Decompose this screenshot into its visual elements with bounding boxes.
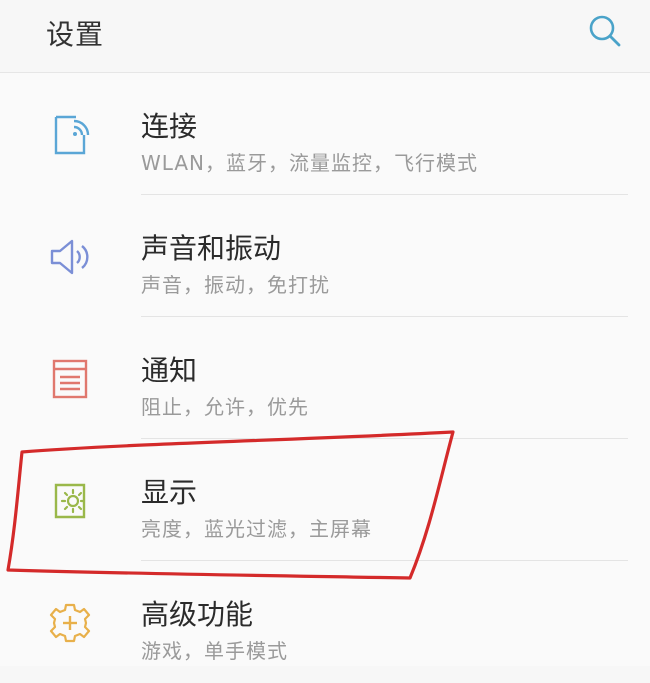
search-button[interactable] — [583, 10, 627, 54]
settings-item-subtitle: 声音，振动，免打扰 — [141, 273, 330, 297]
connection-icon — [54, 115, 90, 155]
settings-item-subtitle: 阻止，允许，优先 — [141, 395, 309, 419]
settings-item-title: 通知 — [141, 354, 198, 387]
speaker-icon — [50, 239, 89, 275]
settings-list: 连接 WLAN，蓝牙，流量监控，飞行模式 声音和振动 声音，振动，免打扰 通知 … — [0, 73, 650, 666]
page-title: 设置 — [46, 18, 105, 51]
search-icon — [589, 15, 621, 47]
settings-item-connections[interactable]: 连接 WLAN，蓝牙，流量监控，飞行模式 — [0, 73, 650, 195]
settings-item-title: 声音和振动 — [141, 232, 282, 265]
notification-icon — [52, 359, 88, 399]
display-brightness-icon — [54, 483, 86, 519]
settings-item-title: 高级功能 — [141, 598, 254, 631]
settings-item-title: 显示 — [141, 476, 198, 509]
gear-plus-icon — [49, 603, 91, 643]
settings-item-sound-vibration[interactable]: 声音和振动 声音，振动，免打扰 — [0, 195, 650, 317]
app-header: 设置 — [0, 0, 650, 73]
settings-item-subtitle: 亮度，蓝光过滤，主屏幕 — [141, 517, 372, 541]
settings-item-notifications[interactable]: 通知 阻止，允许，优先 — [0, 317, 650, 439]
settings-item-advanced-features[interactable]: 高级功能 游戏，单手模式 — [0, 561, 650, 683]
settings-item-display[interactable]: 显示 亮度，蓝光过滤，主屏幕 — [0, 439, 650, 561]
settings-item-title: 连接 — [141, 110, 198, 143]
settings-item-subtitle: 游戏，单手模式 — [141, 639, 288, 663]
settings-item-subtitle: WLAN，蓝牙，流量监控，飞行模式 — [141, 151, 479, 175]
